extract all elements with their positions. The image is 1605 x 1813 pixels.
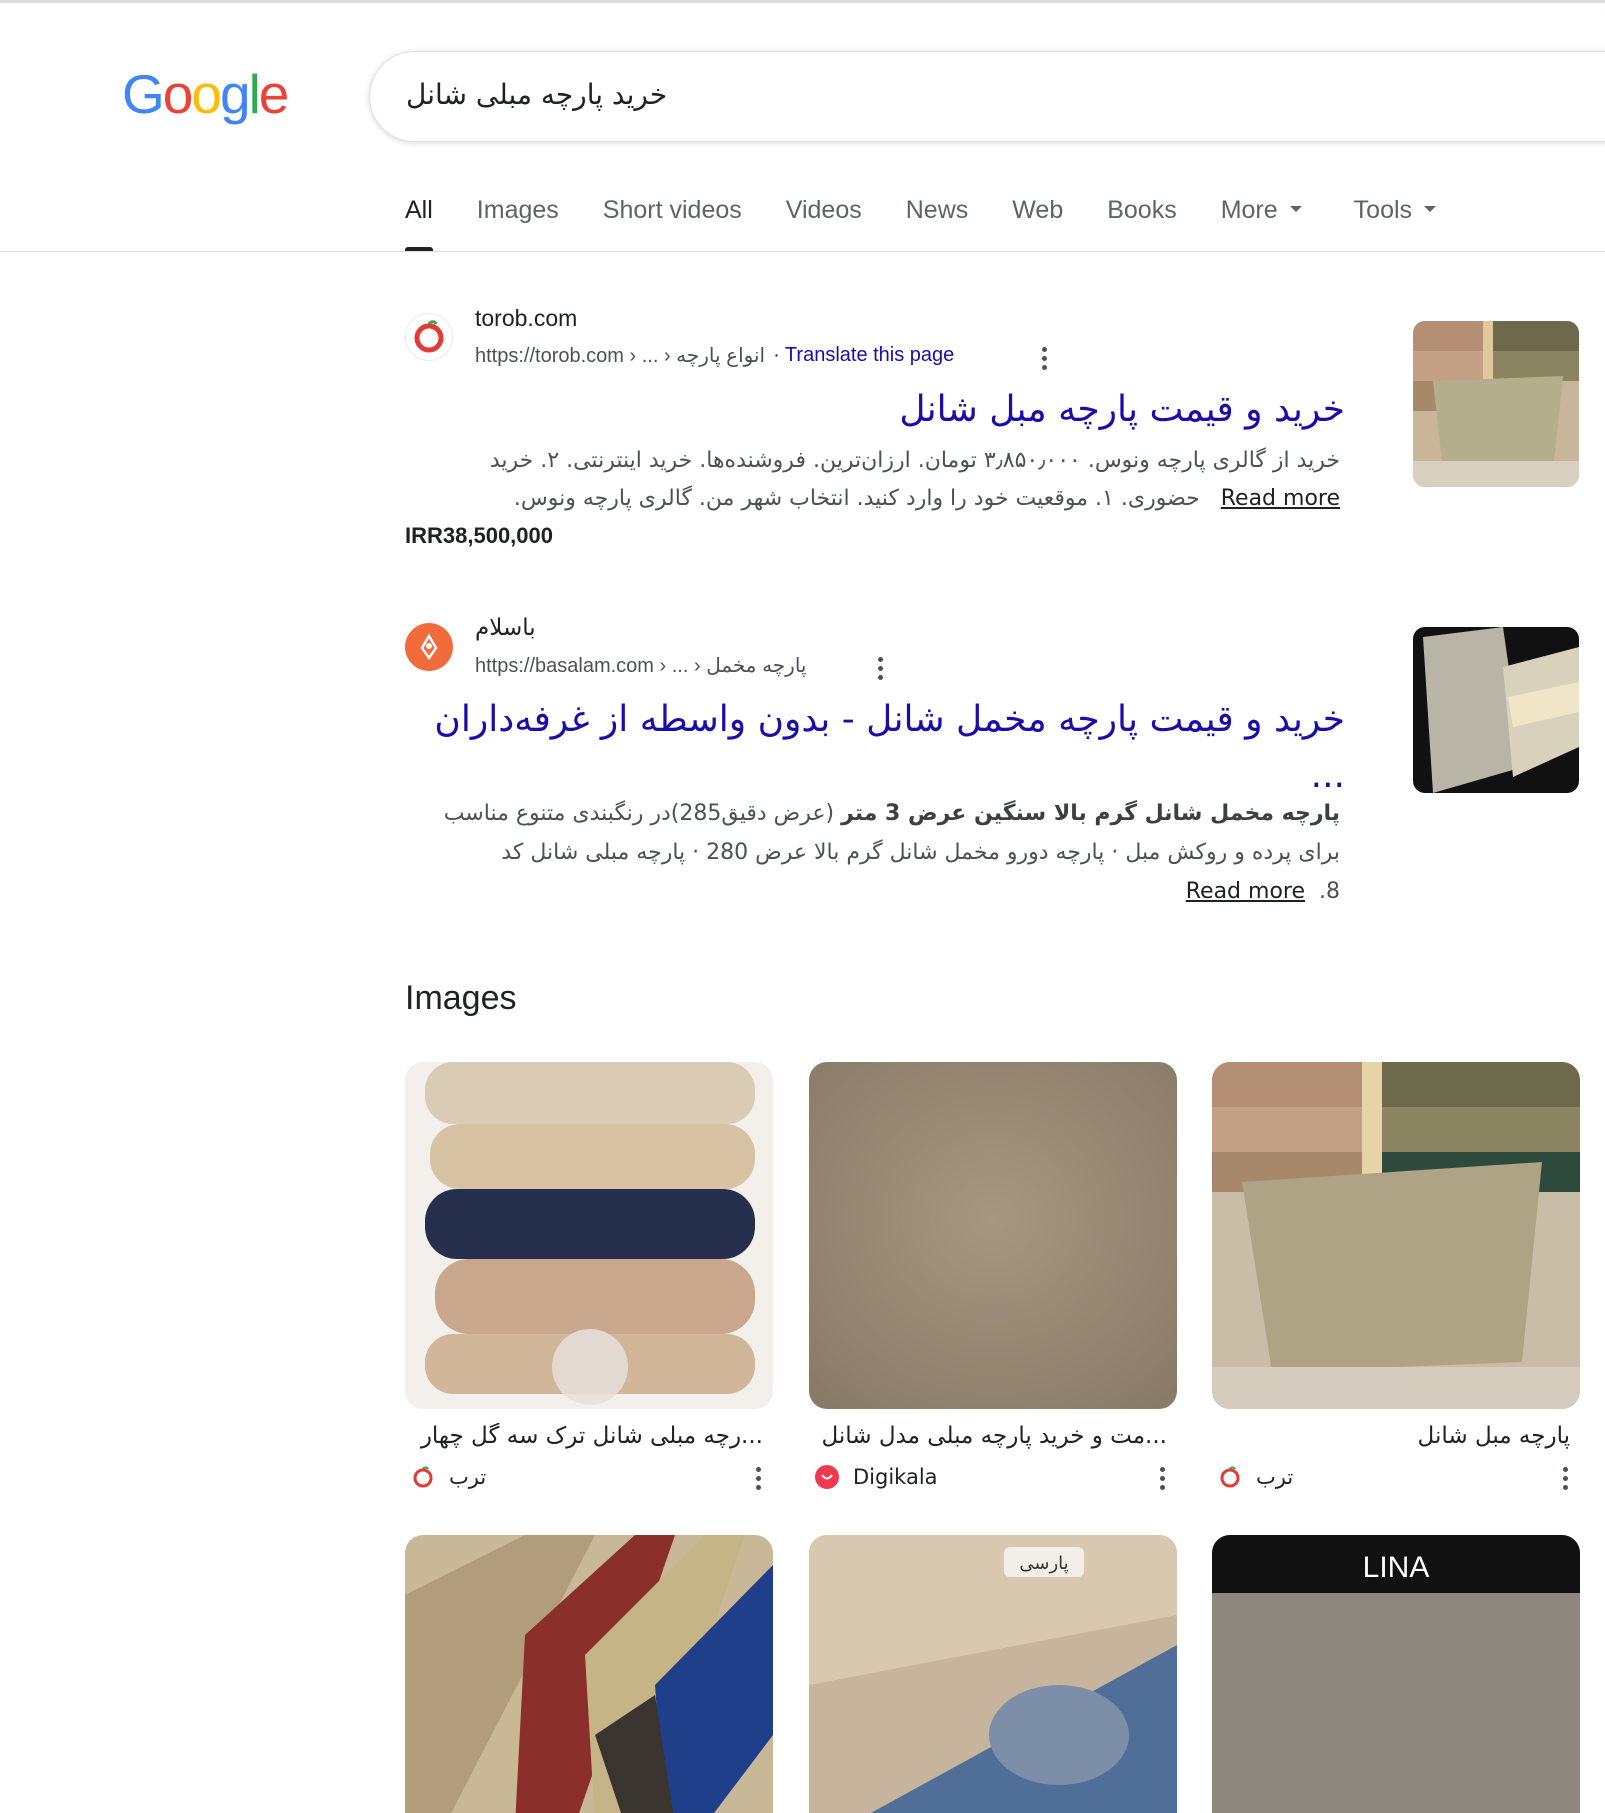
lina-fabric-image: LINA [1212,1535,1580,1813]
chair-fabric-image [1212,1062,1580,1409]
read-more-link[interactable]: Read more [1186,879,1305,904]
site-url: https://basalam.com › ... › پارچه مخمل [475,653,806,678]
result-title[interactable]: خرید و قیمت پارچه مخمل شانل - بدون واسطه… [405,692,1345,804]
torob-favicon[interactable] [405,313,453,361]
image-caption[interactable]: ...مت و خرید پارچه مبلی مدل شانل [809,1423,1177,1457]
tab-books[interactable]: Books [1107,196,1176,252]
result-snippet-line1: خرید از گالری پارچه ونوس. ۳٫۸۵۰٫۰۰۰ توما… [489,448,1340,473]
more-options-icon[interactable] [877,657,883,680]
chevron-down-icon [1289,206,1302,213]
read-more-link[interactable]: Read more [1221,486,1340,511]
search-tabs: All Images Short videos Videos News Web … [405,196,1480,252]
more-options-icon[interactable] [1159,1467,1165,1490]
image-card[interactable]: پارسی [809,1535,1177,1813]
top-border [0,0,1605,3]
tab-more[interactable]: More [1221,196,1302,252]
velvet-fabric-image [809,1062,1177,1409]
source-name: ترب [449,1465,487,1489]
logo-letter: G [122,63,165,125]
image-card[interactable]: ...مت و خرید پارچه مبلی مدل شانل Digikal… [809,1062,1177,1493]
more-options-icon[interactable] [1041,347,1047,370]
torob-icon [411,1465,435,1489]
fabric-thumbnail-image [1413,321,1579,487]
image-source: ترب [1212,1461,1580,1493]
logo-letter: l [248,63,261,125]
image-source: Digikala [809,1461,1177,1493]
google-logo[interactable]: Google [122,62,290,126]
url-text: https://torob.com › ... › انواع پارچه [475,345,766,367]
torob-icon [1218,1465,1242,1489]
site-name: باسلام [475,615,536,641]
tab-short-videos[interactable]: Short videos [603,196,742,252]
image-card[interactable]: ...رچه مبلی شانل ترک سه گل چهار ترب [405,1062,773,1493]
search-result-basalam: باسلام https://basalam.com › ... › پارچه… [405,615,1345,915]
tab-videos[interactable]: Videos [786,196,862,252]
fabric-swatches-image [405,1535,773,1813]
url-text: https://basalam.com › ... › پارچه مخمل [475,655,807,677]
result-thumbnail[interactable] [1413,321,1579,487]
digikala-icon [815,1465,839,1489]
image-card[interactable]: LINA [1212,1535,1580,1813]
logo-letter: g [219,63,251,125]
logo-letter: o [162,63,194,125]
tab-news[interactable]: News [906,196,969,252]
brand-label: LINA [1363,1551,1430,1584]
torob-icon [414,320,444,353]
chevron-down-icon [1424,206,1437,213]
image-thumbnail[interactable] [405,1062,773,1409]
tab-all[interactable]: All [405,196,433,252]
image-source: ترب [405,1461,773,1493]
search-result-torob: torob.com https://torob.com › ... › انوا… [405,305,1345,555]
translate-link[interactable]: · Translate this page [773,344,954,367]
image-card[interactable] [405,1535,773,1813]
result-title[interactable]: خرید و قیمت پارچه مبل شانل [405,382,1345,438]
image-thumbnail[interactable] [1212,1062,1580,1409]
image-thumbnail[interactable]: پارسی [809,1535,1177,1813]
images-heading: Images [405,979,517,1017]
result-snippet: پارچه مخمل شانل گرم بالا سنگین عرض 3 متر… [443,801,1340,904]
image-caption[interactable]: پارچه مبل شانل [1212,1423,1580,1457]
search-bar[interactable]: خرید پارچه مبلی شانل [369,51,1605,142]
image-thumbnail[interactable] [405,1535,773,1813]
more-options-icon[interactable] [755,1467,761,1490]
image-caption[interactable]: ...رچه مبلی شانل ترک سه گل چهار [405,1423,773,1457]
watermark-label: پارسی [1019,1553,1068,1574]
tab-web[interactable]: Web [1012,196,1063,252]
tabs-divider [0,251,1605,252]
basalam-favicon[interactable] [405,623,453,671]
site-name: torob.com [475,305,578,331]
result-thumbnail[interactable] [1413,627,1579,793]
source-name: Digikala [853,1465,938,1489]
price: IRR38,500,000 [405,523,553,548]
image-thumbnail[interactable] [809,1062,1177,1409]
image-thumbnail[interactable]: LINA [1212,1535,1580,1813]
logo-letter: o [191,63,222,125]
logo-letter: e [258,63,290,125]
image-card[interactable]: پارچه مبل شانل ترب [1212,1062,1580,1493]
search-input[interactable]: خرید پارچه مبلی شانل [406,78,667,111]
jacquard-fabric-image: پارسی [809,1535,1177,1813]
result-snippet-line2: Read more حضوری. ۱. موقعیت خود را وارد ک… [513,486,1340,511]
tab-tools[interactable]: Tools [1354,196,1437,252]
fabric-rolls-image [405,1062,773,1409]
source-name: ترب [1256,1465,1294,1489]
basalam-icon [420,633,438,661]
site-url: https://torob.com › ... › انواع پارچه · … [475,343,954,368]
tab-images[interactable]: Images [477,196,559,252]
velvet-thumbnail-image [1413,627,1579,793]
more-options-icon[interactable] [1562,1467,1568,1490]
